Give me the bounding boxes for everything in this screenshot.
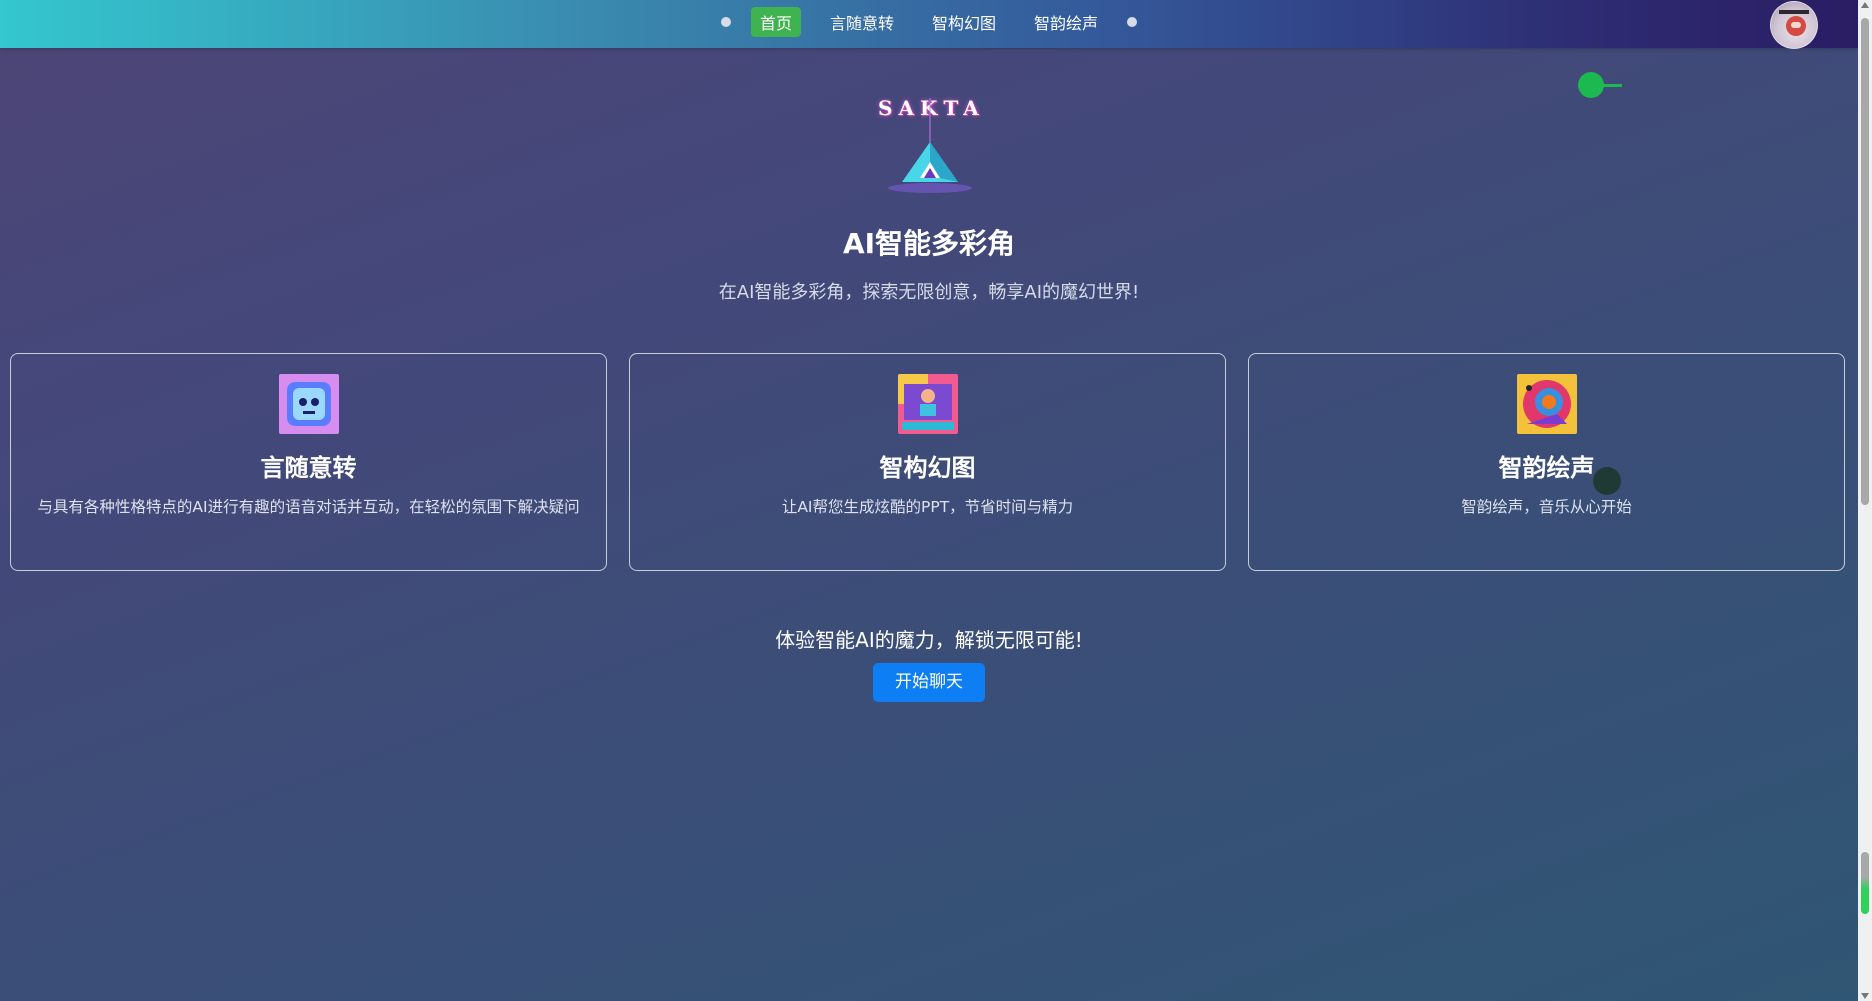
main-nav: 首页 言随意转 智构幻图 智韵绘声 xyxy=(0,7,1858,37)
page-title: AI智能多彩角 xyxy=(842,227,1016,260)
scroll-progress-indicator xyxy=(1861,852,1869,914)
nav-item-ppt[interactable]: 智构幻图 xyxy=(923,7,1005,37)
card-title: 智构幻图 xyxy=(879,454,976,482)
card-description: 智韵绘声，音乐从心开始 xyxy=(1461,498,1632,516)
card-description: 让AI帮您生成炫酷的PPT，节省时间与精力 xyxy=(781,498,1074,516)
avatar-mouth xyxy=(1791,22,1801,28)
vertical-scrollbar[interactable] xyxy=(1858,0,1872,1001)
cta-text: 体验智能AI的魔力，解锁无限可能! xyxy=(775,628,1083,652)
scroll-up-icon[interactable] xyxy=(1861,2,1869,8)
card-music[interactable]: 智韵绘声 智韵绘声，音乐从心开始 xyxy=(1248,353,1845,571)
nav-item-home[interactable]: 首页 xyxy=(750,7,801,37)
presentation-art-icon xyxy=(897,374,958,434)
nav-right-dot xyxy=(1127,17,1138,27)
card-voice-chat[interactable]: 言随意转 与具有各种性格特点的AI进行有趣的语音对话并互动，在轻松的氛围下解决疑… xyxy=(10,353,607,571)
card-ppt[interactable]: 智构幻图 让AI帮您生成炫酷的PPT，节省时间与精力 xyxy=(629,353,1226,571)
music-head-icon xyxy=(1516,374,1577,434)
start-chat-button[interactable]: 开始聊天 xyxy=(873,663,985,702)
pyramid-logo-icon xyxy=(888,98,972,193)
card-title: 智韵绘声 xyxy=(1498,454,1595,482)
user-avatar[interactable] xyxy=(1770,1,1818,49)
avatar-hat xyxy=(1779,10,1809,14)
site-logo: SAKTA xyxy=(878,96,982,200)
feature-cards: 言随意转 与具有各种性格特点的AI进行有趣的语音对话并互动，在轻松的氛围下解决疑… xyxy=(10,353,1848,573)
nav-item-voice-chat[interactable]: 言随意转 xyxy=(821,7,903,37)
cursor-indicator xyxy=(1593,467,1621,495)
nav-left-dot xyxy=(720,17,731,27)
toggle-slider[interactable] xyxy=(1578,72,1622,98)
slider-track xyxy=(1600,84,1622,87)
top-navigation-bar: 首页 言随意转 智构幻图 智韵绘声 xyxy=(0,0,1858,49)
scrollbar-thumb[interactable] xyxy=(1861,18,1869,505)
page-subtitle: 在AI智能多彩角，探索无限创意，畅享AI的魔幻世界! xyxy=(718,282,1140,303)
card-description: 与具有各种性格特点的AI进行有趣的语音对话并互动，在轻松的氛围下解决疑问 xyxy=(37,498,580,516)
card-title: 言随意转 xyxy=(260,454,357,482)
robot-cube-icon xyxy=(278,374,339,434)
nav-item-music[interactable]: 智韵绘声 xyxy=(1025,7,1107,37)
scroll-down-icon[interactable] xyxy=(1861,993,1869,999)
